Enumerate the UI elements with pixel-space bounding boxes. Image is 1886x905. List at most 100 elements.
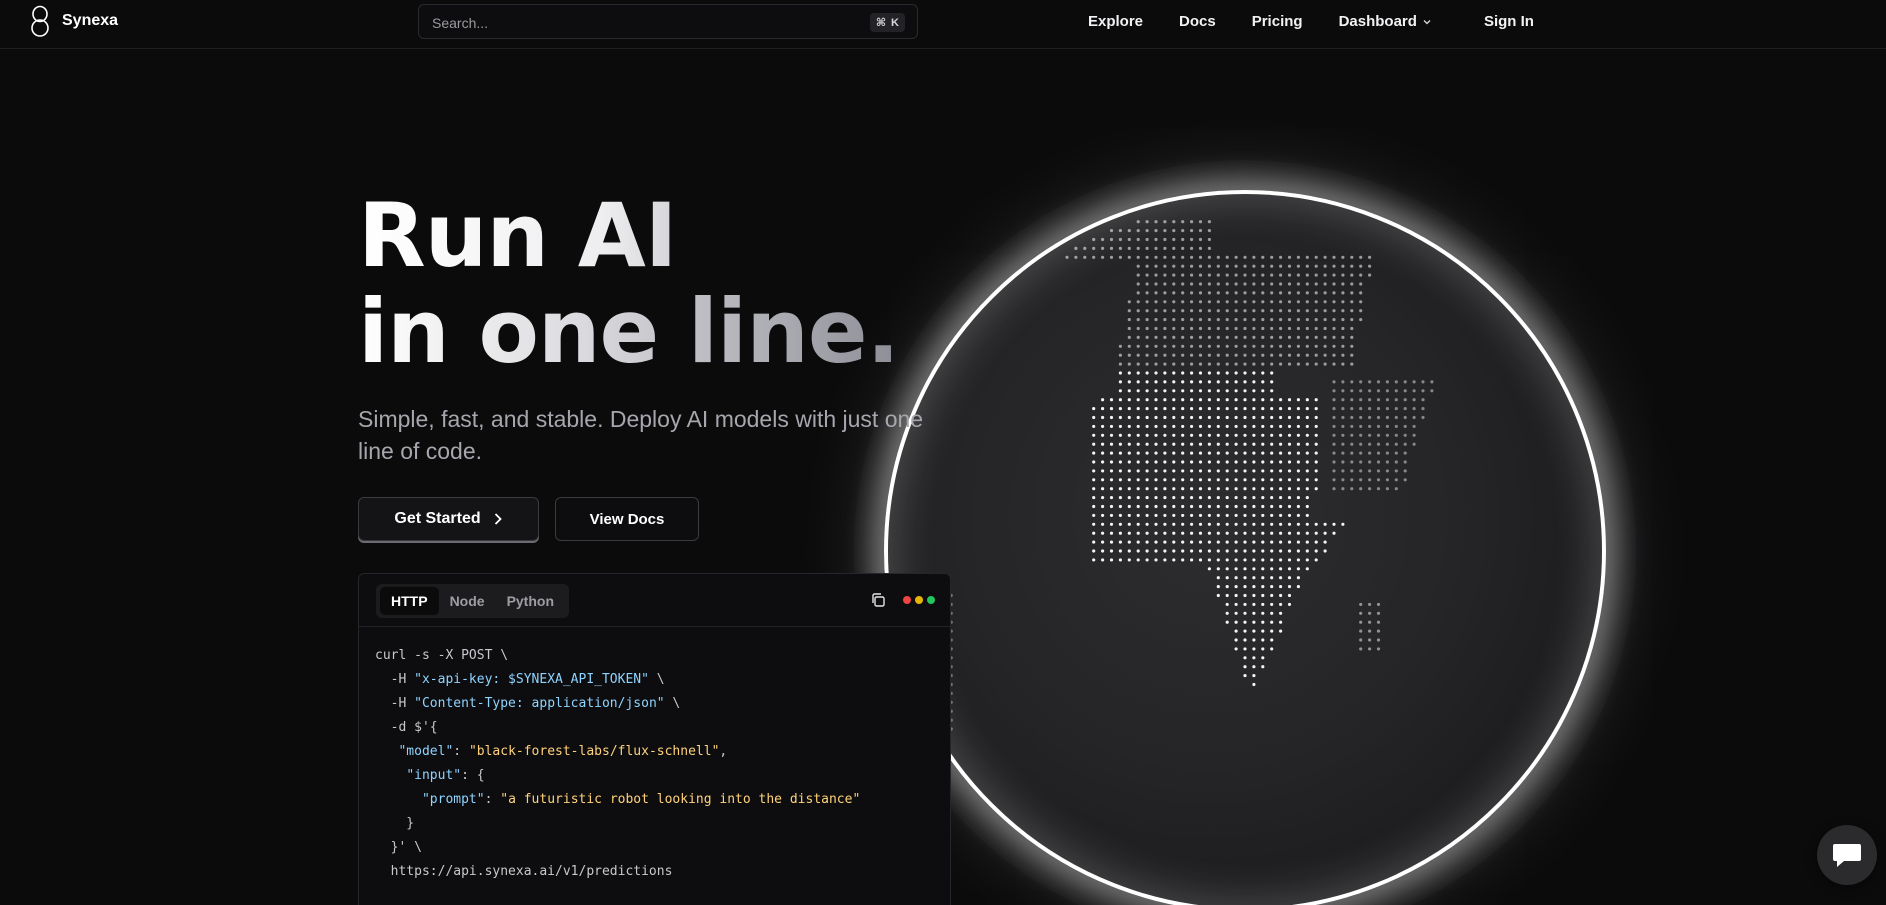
globe-dot: [1190, 558, 1194, 562]
search-placeholder: Search...: [432, 15, 489, 31]
globe-dot: [1154, 504, 1158, 509]
globe-dot: [1261, 504, 1265, 509]
tab-python[interactable]: Python: [496, 587, 565, 615]
globe-dot: [1225, 380, 1229, 384]
globe-dot: [1190, 531, 1194, 535]
globe-dot: [1243, 300, 1247, 304]
globe-dot: [1252, 549, 1256, 553]
globe-dot: [1368, 424, 1372, 428]
globe-dot: [1101, 487, 1105, 491]
globe-dot: [1207, 380, 1211, 384]
globe-dot: [1350, 407, 1354, 411]
globe-dot: [1101, 237, 1105, 242]
globe-dot: [1305, 433, 1309, 437]
globe-dot: [1332, 433, 1336, 437]
globe-dot: [1190, 282, 1194, 286]
globe-dot: [1243, 469, 1247, 473]
globe-dot: [1198, 220, 1203, 224]
globe-dot: [1216, 460, 1220, 464]
globe-dot: [1181, 255, 1185, 259]
globe-dot: [1394, 380, 1398, 384]
globe-dot: [1412, 407, 1416, 411]
globe-dot: [1296, 335, 1300, 339]
globe-dot: [1154, 513, 1158, 517]
globe-dot: [1332, 531, 1336, 535]
globe-dot: [1350, 362, 1354, 366]
globe-dot: [1279, 282, 1283, 286]
globe-dot: [1190, 424, 1194, 428]
chat-support-button[interactable]: [1817, 825, 1877, 885]
globe-dot: [1109, 407, 1114, 411]
sign-in-link[interactable]: Sign In: [1484, 13, 1534, 30]
globe-dot: [1118, 549, 1122, 553]
globe-dot: [1127, 451, 1131, 455]
globe-dot: [1394, 460, 1398, 464]
headline-line-2: in one line.: [358, 280, 900, 383]
globe-dot: [1296, 549, 1300, 553]
globe-dot: [1234, 344, 1238, 348]
globe-dot: [1163, 273, 1167, 277]
tab-node[interactable]: Node: [439, 587, 496, 615]
globe-dot: [1341, 335, 1345, 339]
search-input[interactable]: Search... ⌘ K: [418, 4, 918, 39]
nav-dashboard-dropdown[interactable]: Dashboard: [1339, 13, 1431, 30]
code-line: "model": "black-forest-labs/flux-schnell…: [398, 744, 728, 759]
globe-dot: [1216, 264, 1220, 268]
globe-dot: [1163, 424, 1167, 428]
globe-dot: [1225, 264, 1229, 268]
globe-dot: [1216, 291, 1220, 295]
globe-dot: [1314, 353, 1318, 357]
globe-dot: [1305, 460, 1309, 464]
globe-dot: [1287, 504, 1292, 509]
nav-pricing[interactable]: Pricing: [1252, 13, 1303, 30]
globe-dot: [1394, 433, 1398, 437]
globe-dot: [1359, 380, 1363, 384]
get-started-button[interactable]: Get Started: [358, 497, 539, 541]
nav-explore[interactable]: Explore: [1088, 13, 1143, 30]
globe-dot: [1243, 629, 1247, 633]
globe-dot: [1287, 540, 1292, 544]
nav-docs[interactable]: Docs: [1179, 13, 1216, 30]
globe-dot: [1323, 318, 1327, 322]
globe-dot: [1394, 407, 1398, 411]
view-docs-button[interactable]: View Docs: [555, 497, 699, 541]
globe-dot: [1270, 469, 1274, 473]
globe-dot: [1279, 291, 1283, 295]
globe-dot: [1154, 273, 1158, 277]
globe-dot: [1261, 522, 1265, 526]
globe-dot: [1109, 549, 1114, 553]
code-example-panel: HTTP Node Python curl -s -X POST \ -H "x…: [358, 573, 951, 905]
brand-logo-link[interactable]: Synexa: [28, 5, 118, 37]
globe-dot: [1109, 504, 1114, 509]
copy-icon[interactable]: [870, 592, 886, 608]
globe-dot: [1216, 487, 1220, 491]
globe-dot: [1296, 407, 1300, 411]
globe-dot: [1350, 255, 1354, 259]
globe-dot: [1172, 264, 1176, 268]
globe-dot: [1181, 246, 1185, 250]
globe-dot: [1261, 611, 1265, 615]
globe-dot: [1261, 620, 1265, 624]
tab-http[interactable]: HTTP: [380, 587, 439, 615]
globe-dot: [1287, 496, 1292, 500]
globe-dot: [1190, 371, 1194, 375]
globe-dot: [1234, 504, 1238, 509]
globe-dot: [1172, 246, 1176, 250]
globe-dot: [1385, 460, 1389, 464]
globe-dot: [1252, 380, 1256, 384]
globe-dot: [1092, 460, 1096, 464]
globe-dot: [1359, 629, 1363, 633]
globe-dot: [1207, 291, 1211, 295]
globe-dot: [1403, 424, 1407, 428]
globe-dot: [1136, 415, 1140, 420]
globe-dot: [1198, 442, 1203, 446]
globe-dot: [1296, 255, 1300, 259]
globe-dot: [1394, 478, 1398, 482]
globe-dot: [1287, 300, 1292, 304]
globe-dot: [1270, 513, 1274, 517]
globe-dot: [1172, 309, 1176, 313]
globe-dot: [1243, 478, 1247, 482]
globe-dot: [1385, 380, 1389, 384]
globe-dot: [1163, 237, 1167, 242]
globe-dot: [1252, 362, 1256, 366]
